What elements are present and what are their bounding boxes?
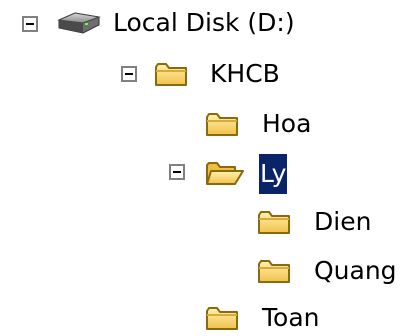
folder-open-icon [205,158,245,192]
folder-tree: Local Disk (D:) KHCB Hoa Ly Dien Quang T… [0,0,414,335]
tree-node-ly[interactable]: Ly [165,152,325,194]
folder-icon [205,110,241,142]
collapse-toggle-icon[interactable] [169,164,185,180]
selected-tree-node-label[interactable]: Ly [259,154,288,194]
tree-node-label[interactable]: Hoa [261,106,312,142]
tree-node-label[interactable]: Local Disk (D:) [112,5,296,41]
tree-node-toan[interactable]: Toan [205,296,335,336]
hard-drive-icon [55,8,103,42]
tree-node-label[interactable]: Dien [313,204,372,240]
folder-icon [154,60,190,92]
tree-node-label[interactable]: KHCB [209,56,281,92]
collapse-toggle-icon[interactable] [22,16,38,32]
folder-icon [205,304,241,336]
tree-node-local-disk[interactable]: Local Disk (D:) [0,2,310,42]
tree-node-khcb[interactable]: KHCB [110,52,310,92]
tree-node-dien[interactable]: Dien [257,200,397,240]
tree-node-hoa[interactable]: Hoa [205,102,325,142]
tree-node-label[interactable]: Quang [313,253,398,289]
tree-node-quang[interactable]: Quang [257,249,412,289]
folder-icon [257,208,293,240]
tree-node-label[interactable]: Toan [261,300,320,336]
collapse-toggle-icon[interactable] [121,66,137,82]
folder-icon [257,257,293,289]
